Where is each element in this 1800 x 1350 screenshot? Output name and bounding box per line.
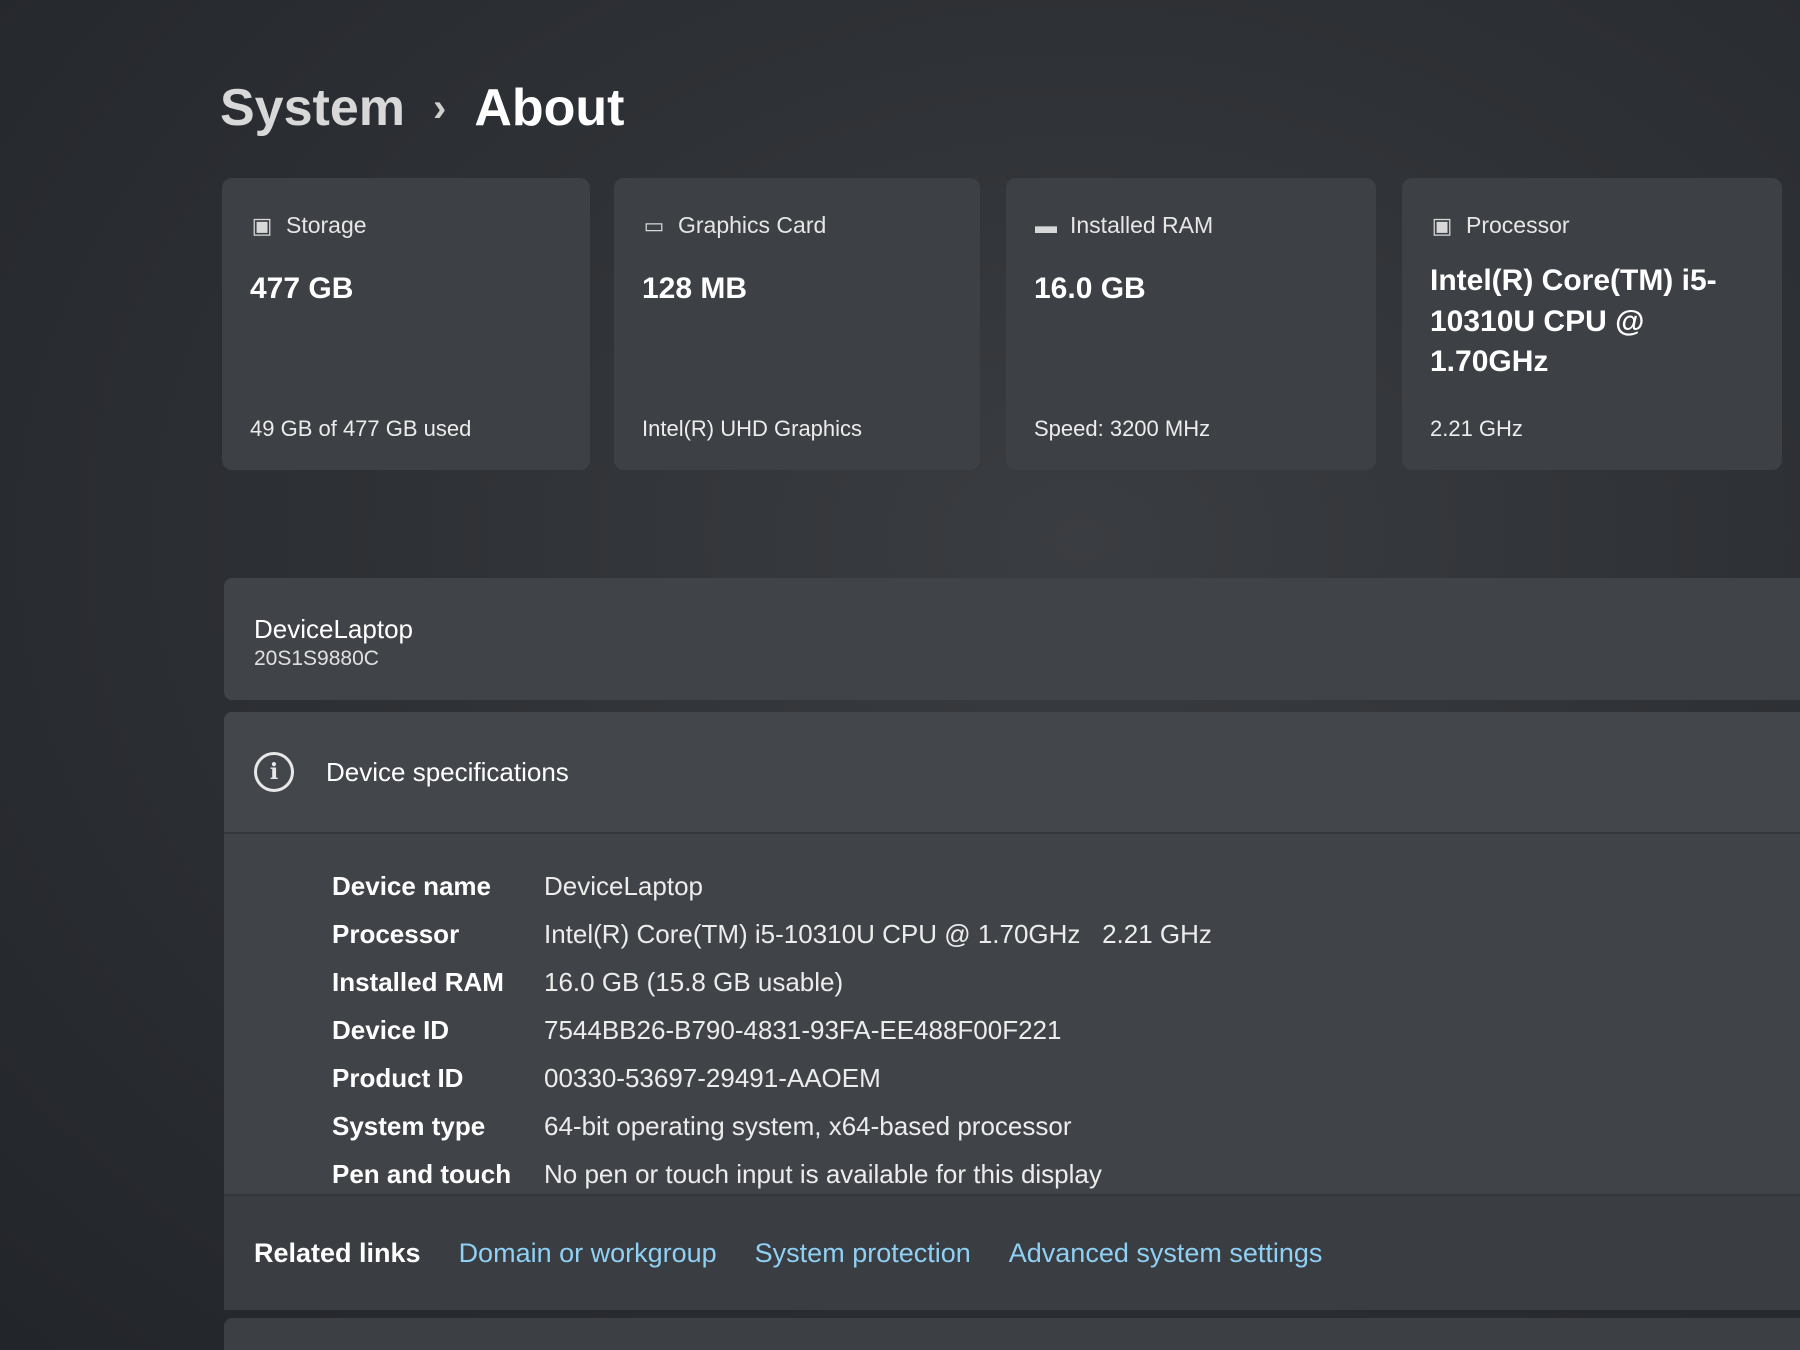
- ram-card-value: 16.0 GB: [1034, 272, 1146, 305]
- spec-rows: Device name DeviceLaptop Processor Intel…: [224, 834, 1800, 1198]
- breadcrumb-system[interactable]: System: [220, 78, 405, 138]
- device-name-panel[interactable]: DeviceLaptop 20S1S9880C: [224, 578, 1800, 700]
- spec-label: Product ID: [332, 1062, 464, 1093]
- spec-label: Installed RAM: [332, 966, 504, 997]
- storage-card-sub: 49 GB of 477 GB used: [250, 416, 472, 441]
- spec-value[interactable]: Intel(R) Core(TM) i5-10310U CPU @ 1.70GH…: [544, 919, 1212, 950]
- ram-icon: ▬: [1035, 212, 1057, 238]
- processor-card-value: Intel(R) Core(TM) i5-10310U CPU @ 1.70GH…: [1430, 264, 1717, 378]
- device-specifications-panel: i Device specifications Device name Devi…: [224, 712, 1800, 1310]
- page-title: About: [474, 79, 625, 137]
- spec-row-product-id: Product ID 00330-53697-29491-AAOEM: [332, 1054, 1800, 1102]
- graphics-card-icon: ▭: [643, 212, 665, 238]
- breadcrumb: System › About: [220, 78, 625, 138]
- chevron-right-icon: ›: [433, 85, 447, 130]
- system-protection-link[interactable]: System protection: [755, 1238, 971, 1269]
- info-icon: i: [254, 752, 294, 792]
- spec-row-processor: Processor Intel(R) Core(TM) i5-10310U CP…: [332, 910, 1800, 958]
- spec-label: Pen and touch: [332, 1158, 512, 1189]
- spec-row-system-type: System type 64-bit operating system, x64…: [332, 1102, 1800, 1150]
- processor-card: ▣ Processor Intel(R) Core(TM) i5-10310U …: [1402, 178, 1782, 470]
- device-specifications-title: Device specifications: [326, 756, 569, 787]
- spec-value[interactable]: No pen or touch input is available for t…: [544, 1159, 1102, 1190]
- graphics-card-title: Graphics Card: [678, 212, 827, 238]
- ram-card-title: Installed RAM: [1070, 212, 1214, 238]
- ram-card-sub: Speed: 3200 MHz: [1034, 416, 1211, 441]
- device-specifications-header[interactable]: i Device specifications: [224, 712, 1800, 834]
- spec-label: System type: [332, 1110, 486, 1141]
- graphics-card-value: 128 MB: [642, 272, 748, 305]
- device-model: 20S1S9880C: [254, 647, 379, 670]
- related-links-bar: Related links Domain or workgroup System…: [224, 1194, 1800, 1310]
- spec-label: Device ID: [332, 1014, 450, 1045]
- spec-row-installed-ram: Installed RAM 16.0 GB (15.8 GB usable): [332, 958, 1800, 1006]
- graphics-card-sub: Intel(R) UHD Graphics: [642, 416, 863, 441]
- spec-value[interactable]: DeviceLaptop: [544, 871, 703, 902]
- spec-value[interactable]: 64-bit operating system, x64-based proce…: [544, 1111, 1072, 1142]
- storage-card-title: Storage: [286, 212, 367, 238]
- advanced-system-settings-link[interactable]: Advanced system settings: [1009, 1238, 1323, 1269]
- spec-value[interactable]: 00330-53697-29491-AAOEM: [544, 1063, 881, 1094]
- processor-card-sub: 2.21 GHz: [1430, 416, 1523, 441]
- spec-value[interactable]: 16.0 GB (15.8 GB usable): [544, 967, 843, 998]
- spec-label: Processor: [332, 918, 460, 949]
- spec-row-device-name: Device name DeviceLaptop: [332, 862, 1800, 910]
- storage-card: ▣ Storage 477 GB 49 GB of 477 GB used: [222, 178, 590, 470]
- graphics-card-card: ▭ Graphics Card 128 MB Intel(R) UHD Grap…: [614, 178, 980, 470]
- spec-row-device-id: Device ID 7544BB26-B790-4831-93FA-EE488F…: [332, 1006, 1800, 1054]
- next-section-panel: [224, 1318, 1800, 1350]
- spec-value[interactable]: 7544BB26-B790-4831-93FA-EE488F00F221: [544, 1015, 1061, 1046]
- processor-icon: ▣: [1431, 212, 1453, 238]
- storage-card-value: 477 GB: [250, 272, 354, 305]
- spec-label: Device name: [332, 870, 491, 901]
- related-links-label: Related links: [254, 1237, 421, 1268]
- ram-card: ▬ Installed RAM 16.0 GB Speed: 3200 MHz: [1006, 178, 1376, 470]
- spec-row-pen-and-touch: Pen and touch No pen or touch input is a…: [332, 1150, 1800, 1198]
- storage-icon: ▣: [251, 212, 273, 238]
- domain-or-workgroup-link[interactable]: Domain or workgroup: [459, 1238, 717, 1269]
- processor-card-title: Processor: [1466, 212, 1570, 238]
- device-name: DeviceLaptop: [254, 614, 413, 644]
